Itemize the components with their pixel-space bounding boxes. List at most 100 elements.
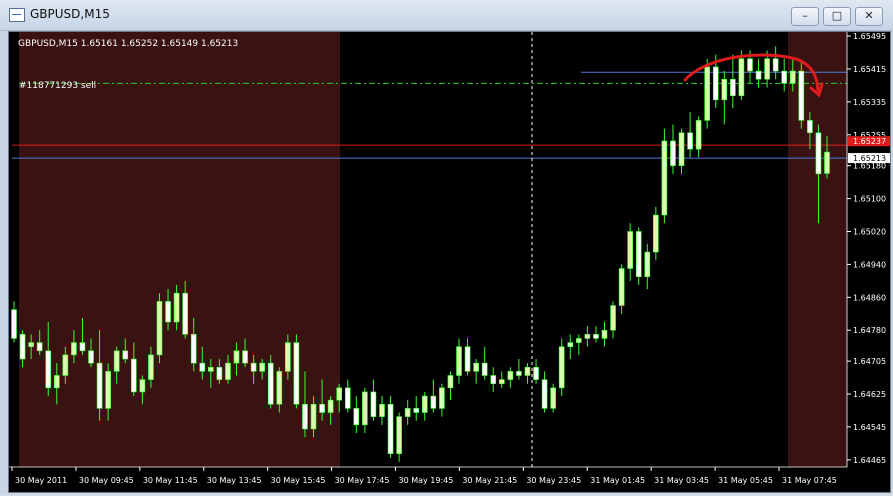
- candle-body: [156, 301, 163, 356]
- candle-body: [336, 387, 343, 401]
- candle: [610, 301, 616, 339]
- candle-body: [285, 342, 291, 372]
- time-tick-label: 30 May 2011: [15, 476, 67, 485]
- candle: [798, 62, 805, 129]
- candle-body: [165, 301, 171, 323]
- candle: [396, 412, 402, 462]
- candle-body: [362, 391, 368, 426]
- candle-body: [755, 70, 762, 80]
- candle-body: [319, 403, 325, 413]
- candle-body: [610, 305, 616, 331]
- candle-body: [208, 366, 214, 372]
- candle-body: [302, 403, 308, 430]
- candle: [413, 396, 420, 421]
- candle: [11, 301, 17, 343]
- chart-area[interactable]: 1.65495 1.65415 1.65335 1.65255 1.65180 1.651…: [8, 31, 891, 493]
- candle-body: [293, 342, 300, 405]
- candle-body: [131, 358, 137, 393]
- candle-body: [618, 268, 625, 306]
- time-tick-label: 30 May 15:45: [271, 476, 326, 485]
- candle: [601, 322, 608, 347]
- time-tick-label: 30 May 17:45: [335, 476, 390, 485]
- candle-body: [242, 350, 248, 364]
- candle: [558, 338, 565, 397]
- candle-body: [28, 342, 34, 347]
- candle-body: [199, 362, 206, 372]
- maximize-button[interactable]: □: [823, 7, 851, 26]
- candle-body: [738, 58, 745, 97]
- session-shade-left: [19, 32, 340, 467]
- candle: [584, 326, 591, 347]
- candle: [267, 354, 274, 409]
- time-tick-label: 30 May 23:45: [526, 476, 581, 485]
- ask-price-label: 1.65237: [853, 137, 886, 146]
- candle: [644, 243, 651, 290]
- candle: [695, 116, 702, 158]
- candle: [541, 371, 548, 413]
- candle-body: [404, 408, 411, 417]
- time-tick-label: 31 May 01:45: [590, 476, 645, 485]
- candle-body: [233, 350, 240, 364]
- candle-body: [824, 151, 830, 174]
- candle-body: [36, 342, 43, 352]
- candle: [156, 293, 163, 364]
- candle-body: [533, 366, 539, 380]
- time-tick-label: 30 May 11:45: [143, 476, 198, 485]
- time-tick-label: 31 May 07:45: [782, 476, 837, 485]
- candle-body: [53, 375, 60, 389]
- candle: [379, 396, 385, 425]
- candle: [618, 264, 625, 314]
- candle: [481, 346, 488, 380]
- candle-body: [601, 329, 608, 339]
- candle-body: [430, 395, 437, 409]
- candle: [353, 396, 360, 434]
- candle-body: [379, 403, 385, 417]
- title-bar[interactable]: GBPUSD,M15 – □ ✕: [0, 0, 893, 31]
- chart-window: GBPUSD,M15 – □ ✕ 1.65495 1.65415 1.65335 1.…: [0, 0, 893, 494]
- price-tick-label: 1.64780: [853, 326, 886, 335]
- candle: [516, 359, 522, 380]
- candle-body: [815, 132, 822, 175]
- candle-body: [550, 387, 556, 409]
- close-button[interactable]: ✕: [855, 7, 883, 26]
- candle-body: [464, 346, 471, 372]
- candle-body: [62, 354, 69, 376]
- candle-body: [730, 78, 736, 97]
- candle-body: [627, 231, 633, 269]
- candle: [781, 58, 788, 92]
- session-shade-right: [788, 32, 847, 467]
- candle: [498, 371, 505, 388]
- candle-body: [490, 375, 497, 385]
- candle-body: [396, 416, 402, 454]
- price-tick-label: 1.65335: [853, 98, 886, 107]
- candle-body: [259, 362, 265, 372]
- candle-body: [678, 132, 685, 166]
- candle-body: [173, 292, 180, 323]
- price-tick-label: 1.64940: [853, 260, 886, 269]
- candle: [550, 383, 556, 413]
- candle-body: [498, 379, 505, 385]
- candle: [507, 367, 514, 388]
- candle: [430, 379, 437, 413]
- candle-body: [439, 387, 445, 409]
- candle-body: [653, 214, 659, 253]
- minimize-button[interactable]: –: [791, 7, 819, 26]
- candle-body: [11, 309, 17, 339]
- chart-window-icon: [9, 8, 25, 22]
- candle-body: [481, 362, 488, 376]
- candle-body: [79, 342, 86, 352]
- order-label: #118771293 sell: [19, 81, 96, 91]
- candlestick-chart[interactable]: 1.654951.654151.653351.652551.651801.651…: [9, 32, 890, 492]
- time-tick-label: 31 May 03:45: [654, 476, 709, 485]
- candle-body: [772, 58, 779, 72]
- price-tick-label: 1.65415: [853, 65, 886, 74]
- candle-body: [344, 387, 351, 409]
- candle: [387, 396, 394, 458]
- candle-body: [567, 342, 574, 347]
- bid-price-label: 1.65213: [853, 154, 886, 163]
- candle-body: [370, 391, 377, 417]
- candle-body: [584, 334, 591, 339]
- price-tick-label: 1.64625: [853, 390, 886, 399]
- candle-body: [473, 362, 479, 372]
- candle: [344, 379, 351, 413]
